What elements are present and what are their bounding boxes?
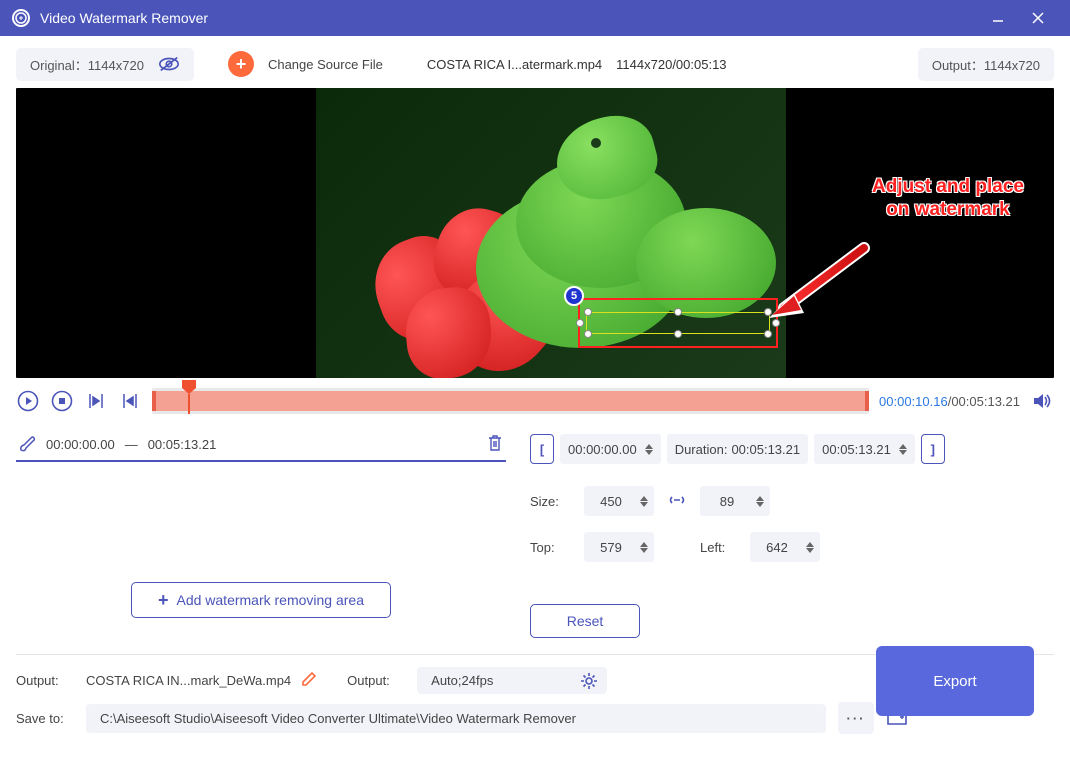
- segments-panel: 00:00:00.00 — 00:05:13.21 + Add watermar…: [16, 428, 506, 638]
- width-input[interactable]: 450: [584, 486, 654, 516]
- set-out-button[interactable]: ]: [921, 434, 945, 464]
- set-end-button[interactable]: [118, 389, 142, 413]
- save-to-label: Save to:: [16, 711, 74, 726]
- set-in-button[interactable]: [: [530, 434, 554, 464]
- segment-end: 00:05:13.21: [148, 437, 217, 452]
- timeline-range[interactable]: [152, 391, 869, 411]
- link-dims-button[interactable]: [668, 491, 686, 512]
- stop-button[interactable]: [50, 389, 74, 413]
- segment-start: 00:00:00.00: [46, 437, 115, 452]
- play-button[interactable]: [16, 389, 40, 413]
- top-input[interactable]: 579: [584, 532, 654, 562]
- start-time-input[interactable]: 00:00:00.00: [560, 434, 661, 464]
- set-start-button[interactable]: [84, 389, 108, 413]
- bottom-bar: Output: COSTA RICA IN...mark_DeWa.mp4 Ou…: [16, 654, 1054, 734]
- volume-button[interactable]: [1030, 389, 1054, 413]
- app-title: Video Watermark Remover: [40, 10, 978, 26]
- annotation-arrow-icon: [754, 238, 874, 328]
- output-name: COSTA RICA IN...mark_DeWa.mp4: [86, 673, 291, 688]
- output-fmt-label: Output:: [347, 673, 405, 688]
- left-label: Left:: [700, 540, 736, 555]
- original-dims-label: Original：1144x720: [30, 55, 144, 74]
- source-filename: COSTA RICA I...atermark.mp4: [427, 57, 602, 72]
- brush-icon: [18, 435, 36, 453]
- top-label: Top:: [530, 540, 570, 555]
- gear-icon[interactable]: [579, 671, 599, 694]
- app-logo-icon: [12, 9, 30, 27]
- duration-input[interactable]: Duration:00:05:13.21: [667, 434, 808, 464]
- reset-button[interactable]: Reset: [530, 604, 640, 638]
- source-dims-time: 1144x720/00:05:13: [616, 57, 726, 72]
- preview-toggle-icon[interactable]: [158, 55, 180, 73]
- segment-item[interactable]: 00:00:00.00 — 00:05:13.21: [16, 428, 506, 462]
- export-button[interactable]: Export: [876, 646, 1034, 716]
- minimize-button[interactable]: [978, 0, 1018, 36]
- playback-controls: 00:00:10.16/00:05:13.21: [16, 378, 1054, 428]
- height-input[interactable]: 89: [700, 486, 770, 516]
- delete-segment-button[interactable]: [486, 434, 504, 455]
- info-bar: Original：1144x720 + Change Source File C…: [16, 46, 1054, 82]
- selection-badge: 5: [564, 286, 584, 306]
- add-area-button[interactable]: + Add watermark removing area: [131, 582, 391, 618]
- playback-time: 00:00:10.16/00:05:13.21: [879, 394, 1020, 409]
- close-button[interactable]: [1018, 0, 1058, 36]
- change-source-link[interactable]: Change Source File: [268, 57, 383, 72]
- browse-button[interactable]: ···: [838, 702, 874, 734]
- timeline-playhead[interactable]: [182, 380, 196, 414]
- size-label: Size:: [530, 494, 570, 509]
- timeline-track[interactable]: [152, 388, 869, 414]
- original-dims: Original：1144x720: [16, 48, 194, 81]
- output-format-select[interactable]: Auto;24fps: [417, 667, 607, 694]
- video-preview[interactable]: 5 Adjust and place on watermark: [16, 88, 1054, 378]
- add-source-button[interactable]: +: [228, 51, 254, 77]
- title-bar: Video Watermark Remover: [0, 0, 1070, 36]
- watermark-selection-box[interactable]: [578, 298, 778, 348]
- left-input[interactable]: 642: [750, 532, 820, 562]
- output-name-label: Output:: [16, 673, 74, 688]
- edit-name-button[interactable]: [301, 671, 317, 690]
- annotation-text: Adjust and place on watermark: [872, 176, 1024, 222]
- output-dims: Output：1144x720: [918, 48, 1054, 81]
- properties-panel: [ 00:00:00.00 Duration:00:05:13.21 00:05…: [530, 428, 1054, 638]
- save-path: C:\Aiseesoft Studio\Aiseesoft Video Conv…: [86, 704, 826, 733]
- end-time-input[interactable]: 00:05:13.21: [814, 434, 915, 464]
